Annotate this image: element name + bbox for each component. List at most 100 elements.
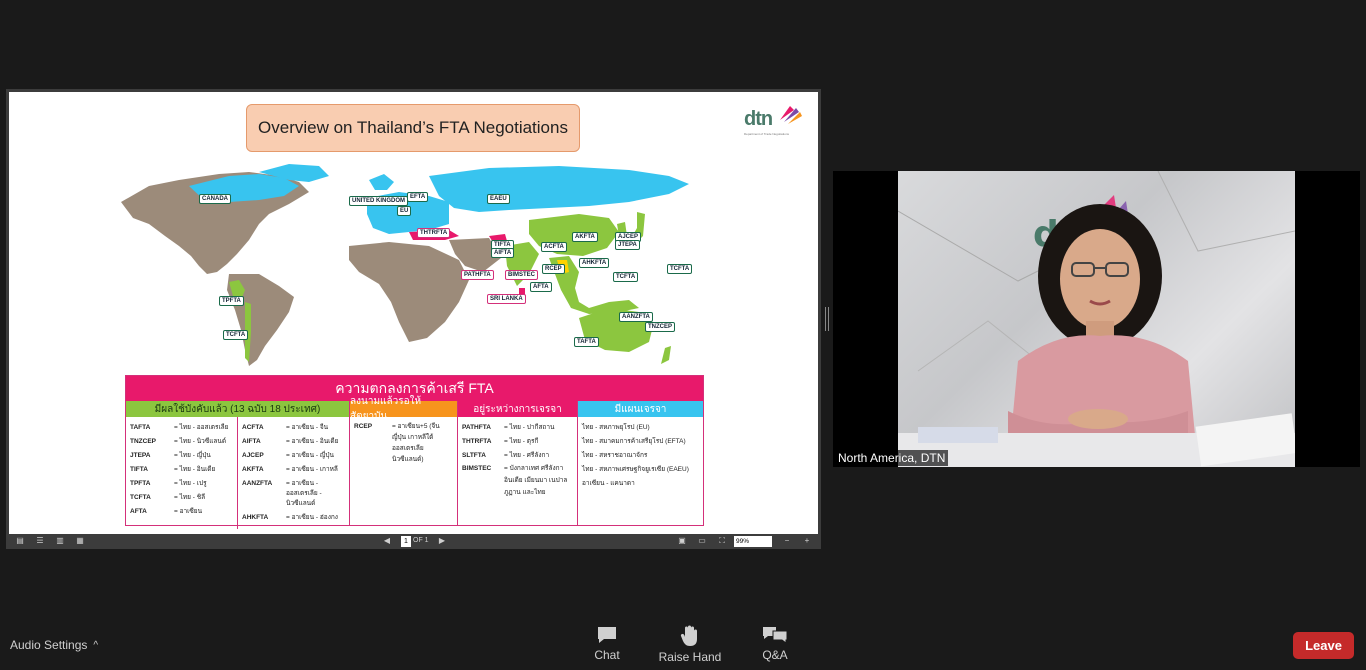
col-negotiating-title: อยู่ระหว่างการเจรจา [458,401,577,417]
next-page-icon[interactable]: ▶ [438,537,446,545]
map-label-sri-lanka: SRI LANKA [487,294,526,304]
map-label-pathfta: PATHFTA [461,270,494,280]
map-label-tafta: TAFTA [574,337,599,347]
col-planned: มีแผนเจรจา ไทย - สหภาพยุโรป (EU) ไทย - ส… [578,401,703,525]
raise-hand-button[interactable]: Raise Hand [655,625,725,664]
zoom-out-icon[interactable]: − [783,537,791,545]
list-item: TPFTA = ไทย - เปรู [130,477,233,491]
russia-eaeu [429,166,689,212]
zoom-in-icon[interactable]: + [803,537,811,545]
fta-code: TNZCEP [130,438,156,445]
zoom-select[interactable]: 99% [734,536,772,547]
map-label-afta: AFTA [530,282,552,292]
list-item: AIFTA = อาเซียน - อินเดีย [242,435,345,449]
page-count: OF 1 [413,537,429,544]
col-signed-title: ลงนามแล้วรอให้สัตยาบัน [350,396,457,422]
fta-desc: = อาเซียน - จีน [286,424,329,431]
continuous-page-icon[interactable]: ☰ [36,537,44,545]
fta-code: AFTA [130,508,147,515]
split-resize-handle[interactable] [825,307,829,331]
map-label-acfta: ACFTA [541,242,567,252]
fta-desc: = บังกลาเทศ ศรีลังกา อินเดีย เมียนมา เนป… [504,465,568,496]
page-number-input[interactable]: 1 [401,536,411,547]
list-item: ไทย - สมาคมการค้าเสรียุโรป (EFTA) [582,438,686,445]
map-label-aifta: AIFTA [491,248,515,258]
fta-code: TPFTA [130,480,151,487]
fta-code: AHKFTA [242,514,269,521]
fit-width-icon[interactable]: ▭ [698,537,706,545]
fta-desc: = ไทย - ชิลี [174,494,206,501]
list-item: อาเซียน - แคนาดา [582,480,635,487]
participant-video[interactable]: d North America, DTN [833,171,1360,467]
list-item: THTRFTA = ไทย - ตุรกี [462,435,573,449]
fta-desc: = อาเซียน - ฮ่องกง [286,514,338,521]
fullscreen-icon[interactable]: ⛶ [718,537,726,545]
col-in-force-body: TAFTA = ไทย - ออสเตรเลีย TNZCEP = ไทย - นิ… [126,417,349,529]
new-zealand [661,346,671,364]
list-item: AFTA = อาเซียน [130,505,233,519]
fta-desc: = ไทย - นิวซีแลนด์ [174,438,227,445]
fta-code: JTEPA [130,452,151,459]
single-page-icon[interactable]: ▤ [16,537,24,545]
previous-page-icon[interactable]: ◀ [383,537,391,545]
col-in-force-title: มีผลใช้บังคับแล้ว (13 ฉบับ 18 ประเทศ) [126,401,349,417]
fta-code: AJCEP [242,452,264,459]
participant-name-tag: North America, DTN [835,450,949,466]
list-item: JTEPA = ไทย - ญี่ปุ่น [130,449,233,463]
fta-table-columns: มีผลใช้บังคับแล้ว (13 ฉบับ 18 ประเทศ) TA… [126,396,703,529]
col-in-force-left: TAFTA = ไทย - ออสเตรเลีย TNZCEP = ไทย - นิ… [126,417,238,529]
list-item: ACFTA = อาเซียน - จีน [242,421,345,435]
slide-title: Overview on Thailand’s FTA Negotiations [246,104,580,152]
audio-settings-label: Audio Settings [10,638,88,652]
map-label-tcfta-1: TCFTA [613,272,639,282]
chat-button[interactable]: Chat [572,625,642,662]
africa [349,242,469,342]
fta-code: AIFTA [242,438,261,445]
map-label-jtepa: JTEPA [615,240,640,250]
fta-desc: = อาเซียน+5 (จีน ญี่ปุ่น เกาหลีใต้ ออสเต… [392,423,440,463]
zoom-meeting-window: Overview on Thailand’s FTA Negotiations … [0,0,1366,670]
fta-desc: = ไทย - อินเดีย [174,466,216,473]
fta-desc: = อาเซียน [174,508,203,515]
fta-desc: = ไทย - ออสเตรเลีย [174,424,229,431]
map-label-tcfta-2: TCFTA [667,264,693,274]
map-label-efta: EFTA [407,192,429,202]
col-negotiating: อยู่ระหว่างการเจรจา PATHFTA = ไทย - ปากีส… [458,401,578,525]
fta-code: PATHFTA [462,424,491,431]
dtn-logo: dtn Department of Trade Negotiations [744,102,804,138]
fta-desc: = ไทย - เปรู [174,480,207,487]
fta-desc: = อาเซียน - อินเดีย [286,438,339,445]
col-in-force: มีผลใช้บังคับแล้ว (13 ฉบับ 18 ประเทศ) TA… [126,401,350,529]
fta-code: TCFTA [130,494,151,501]
list-item: TCFTA = ไทย - ชิลี [130,491,233,505]
fit-page-icon[interactable]: ▣ [678,537,686,545]
fta-desc: = อาเซียน - เกาหลี [286,466,338,473]
map-label-eaeu: EAEU [487,194,510,204]
map-label-canada: CANADA [199,194,231,204]
list-item: SLTFTA = ไทย - ศรีลังกา [462,449,573,463]
chat-icon [598,627,616,643]
speaker-image: d [898,171,1295,467]
two-page-icon[interactable]: ▥ [56,537,64,545]
list-item: BIMSTEC = บังกลาเทศ ศรีลังกา อินเดีย เมีย… [462,463,573,499]
list-item: TNZCEP = ไทย - นิวซีแลนด์ [130,435,233,449]
map-label-rcep: RCEP [542,264,565,274]
qa-icon [763,627,788,644]
col-planned-body: ไทย - สหภาพยุโรป (EU) ไทย - สมาคมการค้าเ… [578,417,703,495]
col-negotiating-body: PATHFTA = ไทย - ปากีสถาน THTRFTA = ไทย - ต… [458,417,577,503]
audio-settings-button[interactable]: Audio Settings ^ [10,638,98,652]
qa-button[interactable]: Q&A [740,625,810,662]
map-label-tnzcep: TNZCEP [645,322,675,332]
fta-code: SLTFTA [462,452,486,459]
map-label-bimstec: BIMSTEC [505,270,538,280]
chevron-up-icon: ^ [93,639,99,651]
fta-code: RCEP [354,423,373,430]
grid-view-icon[interactable]: ▦ [76,537,84,545]
leave-button[interactable]: Leave [1293,632,1354,659]
list-item: AANZFTA = อาเซียน - ออสเตรเลีย - นิวซีแลน… [242,479,345,509]
list-item: ไทย - สหภาพยุโรป (EU) [582,424,650,431]
fta-desc: = อาเซียน - ญี่ปุ่น [286,452,334,459]
list-item: RCEP = อาเซียน+5 (จีน ญี่ปุ่น เกาหลีใต้ อ… [354,421,453,465]
map-label-ahkfta: AHKFTA [579,258,610,268]
fta-code: BIMSTEC [462,465,492,472]
